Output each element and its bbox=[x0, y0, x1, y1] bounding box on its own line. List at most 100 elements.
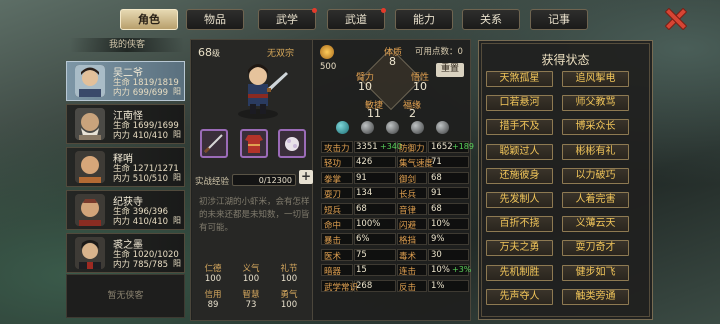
stat-label: 耍刀 bbox=[324, 190, 342, 200]
roster-title: 我的侠客 bbox=[70, 38, 184, 52]
reset-button[interactable]: 重置 bbox=[436, 63, 464, 77]
add-exp-button[interactable]: + bbox=[299, 170, 313, 184]
stat-label: 短兵 bbox=[324, 206, 342, 216]
tab-martial-way[interactable]: 武道 bbox=[327, 8, 386, 30]
stat-label: 闪避 bbox=[399, 221, 417, 231]
equip-armor-slot[interactable] bbox=[240, 129, 268, 158]
stat-label: 武学常识 bbox=[324, 283, 359, 293]
tab-martial-arts[interactable]: 武学 bbox=[258, 8, 317, 30]
status-chip[interactable]: 彬彬有礼 bbox=[562, 144, 629, 160]
roster-card[interactable]: 江南怪 生命 1699/1699 内力 410/410 阳 bbox=[66, 104, 185, 144]
notification-dot-icon bbox=[381, 8, 386, 13]
gem-slot-icon[interactable] bbox=[361, 121, 374, 134]
stat-value: 3351 bbox=[356, 142, 378, 152]
stat-value: 134 bbox=[356, 188, 373, 198]
status-chip[interactable]: 天煞孤星 bbox=[486, 71, 553, 87]
stat-label: 命中 bbox=[324, 221, 342, 231]
stat-label: 御剑 bbox=[399, 175, 417, 185]
gem-slot-icon[interactable] bbox=[436, 121, 449, 134]
stat-label: 攻击力 bbox=[324, 144, 350, 154]
roster-card[interactable]: 吴二爷 生命 1819/1819 内力 699/699 阳 bbox=[66, 61, 185, 101]
coin-icon bbox=[320, 45, 334, 59]
status-chip[interactable]: 耍刀奇才 bbox=[562, 240, 629, 256]
stat-label: 长兵 bbox=[399, 190, 417, 200]
status-chip[interactable]: 聪颖过人 bbox=[486, 144, 553, 160]
tab-role[interactable]: 角色 bbox=[120, 9, 178, 30]
equip-accessory-slot[interactable] bbox=[278, 129, 306, 158]
exp-progress-bar: 0/12300 bbox=[232, 174, 296, 186]
available-points: 可用点数：0 bbox=[415, 47, 463, 57]
exp-label: 实战经验 bbox=[195, 177, 230, 187]
close-icon[interactable] bbox=[664, 7, 686, 29]
gem-slot-icon[interactable] bbox=[411, 121, 424, 134]
status-chip[interactable]: 人着完害 bbox=[562, 192, 629, 208]
stat-label: 格挡 bbox=[399, 236, 417, 246]
stat-value: 1% bbox=[431, 281, 445, 291]
virtue-stat: 礼节 100 bbox=[280, 264, 298, 284]
status-chip[interactable]: 万夫之勇 bbox=[486, 240, 553, 256]
stat-value: 68 bbox=[431, 204, 442, 214]
tab-journal[interactable]: 记事 bbox=[530, 9, 588, 30]
status-chip[interactable]: 先声夺人 bbox=[486, 289, 553, 305]
status-chip[interactable]: 措手不及 bbox=[486, 119, 553, 135]
status-chip[interactable]: 以力破巧 bbox=[562, 168, 629, 184]
stat-label: 拳掌 bbox=[324, 175, 342, 185]
stat-bonus: +189 bbox=[452, 142, 474, 151]
stat-value: 10% bbox=[431, 265, 450, 275]
stat-value: 268 bbox=[356, 281, 373, 291]
stat-label: 音律 bbox=[399, 206, 417, 216]
stat-value: 68 bbox=[431, 173, 442, 183]
gold-amount: 500 bbox=[320, 62, 337, 72]
character-avatar bbox=[75, 151, 105, 183]
character-avatar bbox=[75, 194, 105, 226]
stat-value: 1652 bbox=[431, 142, 453, 152]
attr-value-agility: 11 bbox=[367, 107, 381, 120]
stat-value: 91 bbox=[356, 173, 367, 183]
status-chip[interactable]: 健步如飞 bbox=[562, 265, 629, 281]
character-avatar bbox=[75, 108, 105, 140]
stat-value: 426 bbox=[356, 157, 373, 167]
status-chip[interactable]: 还施彼身 bbox=[486, 168, 553, 184]
status-chip[interactable]: 义薄云天 bbox=[562, 216, 629, 232]
gem-slot-icon[interactable] bbox=[336, 121, 349, 134]
stat-value: 10% bbox=[431, 219, 450, 229]
virtue-stat: 义气 100 bbox=[242, 264, 260, 284]
stat-value: 6% bbox=[356, 234, 370, 244]
stat-value: 30 bbox=[431, 250, 442, 260]
stat-value: 100% bbox=[356, 219, 381, 229]
stat-label: 防御力 bbox=[399, 144, 425, 154]
character-avatar bbox=[75, 237, 105, 269]
stat-label: 连击 bbox=[399, 267, 417, 277]
roster-card[interactable]: 释哨 生命 1271/1271 内力 510/510 阳 bbox=[66, 147, 185, 187]
character-description: 初涉江湖的小虾米，会有怎样的未来还都是未知数，一切皆有可能。 bbox=[199, 197, 310, 233]
roster-card[interactable]: 裘之墨 生命 1020/1020 内力 785/785 阳 bbox=[66, 233, 185, 273]
character-portrait bbox=[228, 58, 292, 120]
virtue-stat: 仁德 100 bbox=[204, 264, 222, 284]
exp-value: 0/12300 bbox=[258, 176, 292, 185]
status-chip[interactable]: 口若悬河 bbox=[486, 95, 553, 111]
status-chip[interactable]: 先发制人 bbox=[486, 192, 553, 208]
stat-label: 毒术 bbox=[399, 252, 417, 262]
status-chip[interactable]: 触类旁通 bbox=[562, 289, 629, 305]
status-chip[interactable]: 追风掣电 bbox=[562, 71, 629, 87]
stat-value: 15 bbox=[356, 265, 367, 275]
attr-value-insight: 10 bbox=[413, 80, 427, 93]
stat-value: 71 bbox=[431, 157, 442, 167]
gem-slot-icon[interactable] bbox=[386, 121, 399, 134]
status-chip[interactable]: 师父教骂 bbox=[562, 95, 629, 111]
tab-ability[interactable]: 能力 bbox=[395, 9, 453, 30]
status-chip[interactable]: 先机制胜 bbox=[486, 265, 553, 281]
status-chip[interactable]: 博采众长 bbox=[562, 119, 629, 135]
virtue-stat: 勇气 100 bbox=[280, 290, 298, 310]
stat-value: 75 bbox=[356, 250, 367, 260]
status-chip[interactable]: 百折不挠 bbox=[486, 216, 553, 232]
stat-value: 68 bbox=[356, 204, 367, 214]
tab-items[interactable]: 物品 bbox=[186, 9, 244, 30]
virtue-stat: 智慧 73 bbox=[242, 290, 260, 310]
status-panel-title: 获得状态 bbox=[541, 53, 590, 67]
stat-label: 反击 bbox=[399, 283, 417, 293]
attr-value-fortune: 2 bbox=[409, 107, 416, 120]
tab-relations[interactable]: 关系 bbox=[462, 9, 520, 30]
roster-card[interactable]: 纪获寺 生命 396/396 内力 410/410 阳 bbox=[66, 190, 185, 230]
equip-weapon-slot[interactable] bbox=[200, 129, 228, 158]
